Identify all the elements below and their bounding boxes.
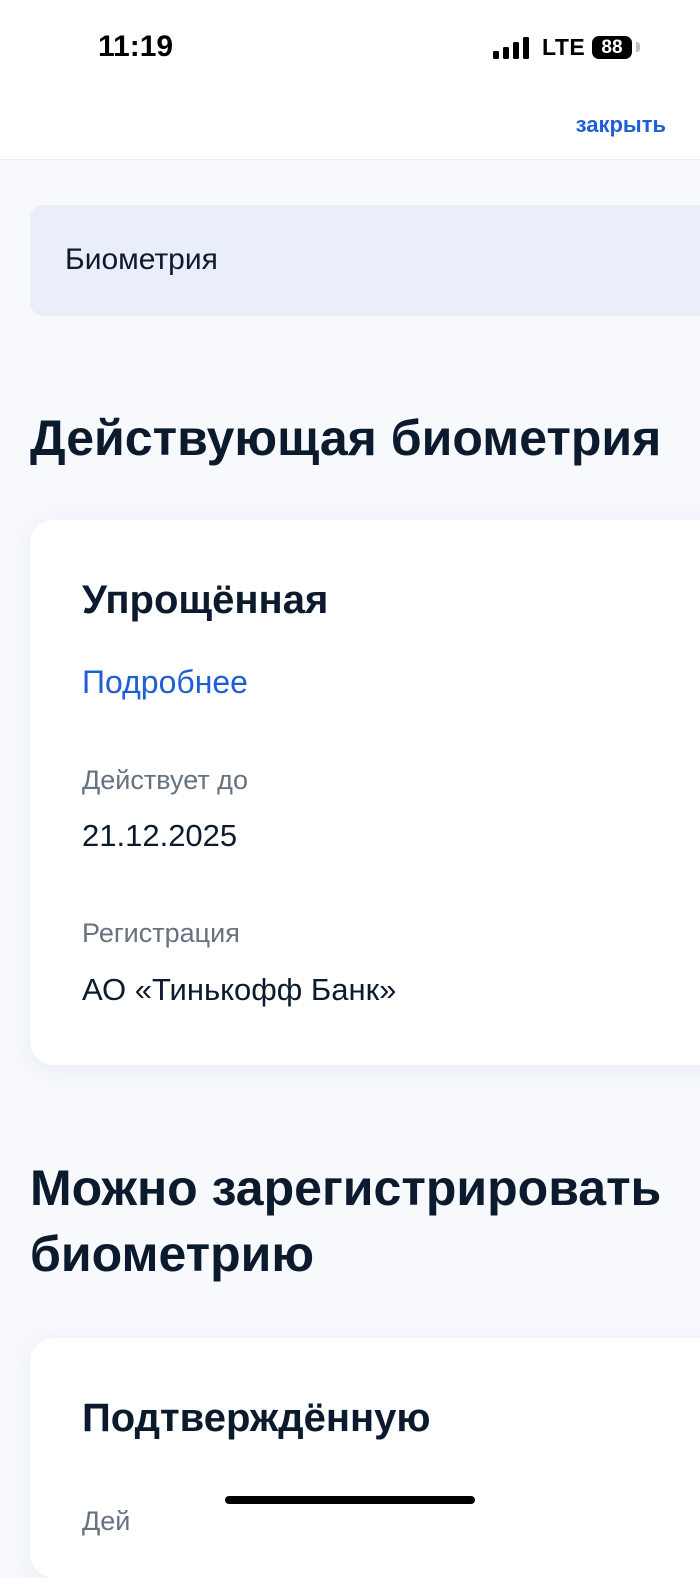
network-label: LTE (542, 34, 586, 60)
details-link[interactable]: Подробнее (82, 664, 248, 701)
register-card-partial-label: Дей (82, 1506, 131, 1536)
register-heading-line1: Можно зарегистрировать (30, 1160, 662, 1216)
valid-until-value: 21.12.2025 (82, 818, 238, 853)
valid-until-label: Действует до (82, 765, 248, 795)
register-biometrics-card[interactable]: Подтверждённую Дей (30, 1338, 700, 1578)
register-heading-line2: биометрию (30, 1226, 315, 1282)
register-card-title: Подтверждённую (82, 1396, 431, 1440)
home-indicator[interactable] (225, 1496, 475, 1504)
current-biometrics-heading: Действующая биометрия (30, 410, 662, 466)
registration-value: АО «Тинькофф Банк» (82, 972, 397, 1007)
battery-icon: 88 (592, 36, 632, 59)
breadcrumb[interactable]: Биометрия (30, 205, 700, 316)
status-bar: 11:19 LTE 88 (0, 0, 700, 95)
breadcrumb-label: Биометрия (65, 243, 218, 276)
signal-icon (493, 37, 529, 59)
registration-label: Регистрация (82, 918, 240, 948)
current-biometrics-card: Упрощённая Подробнее Действует до 21.12.… (30, 520, 700, 1065)
status-time: 11:19 (98, 30, 174, 63)
card-title: Упрощённая (82, 578, 329, 622)
close-button[interactable]: закрыть (576, 112, 666, 138)
top-bar: закрыть (0, 95, 700, 160)
battery-tip (636, 42, 640, 52)
